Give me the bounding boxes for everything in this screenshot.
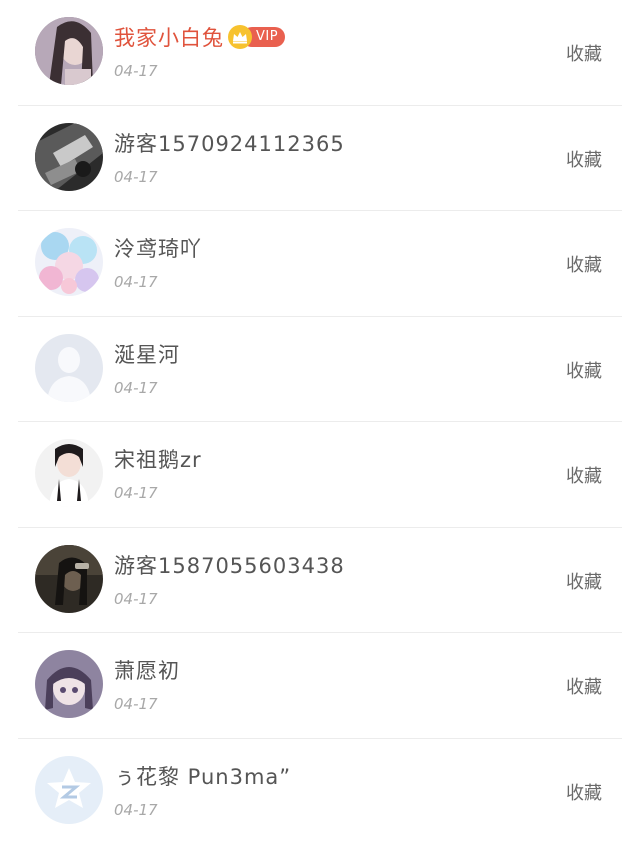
avatar[interactable]: [35, 756, 103, 824]
list-item[interactable]: 游客1570924112365 04-17 收藏: [18, 106, 622, 212]
username: 游客1587055603438: [114, 550, 345, 580]
avatar[interactable]: [35, 650, 103, 718]
avatar[interactable]: [35, 439, 103, 507]
default-person-avatar-icon: [35, 334, 103, 402]
collect-button[interactable]: 收藏: [566, 357, 602, 383]
list-item[interactable]: 宋祖鹅zr 04-17 收藏: [18, 422, 622, 528]
collect-button[interactable]: 收藏: [566, 251, 602, 277]
collect-button[interactable]: 收藏: [566, 673, 602, 699]
list-item[interactable]: 萧愿初 04-17 收藏: [18, 633, 622, 739]
username-text: 我家小白兔: [114, 22, 224, 52]
anime-girl-avatar-icon: [35, 650, 103, 718]
list-item[interactable]: ぅ花黎 Pun3ma” 04-17 收藏: [18, 739, 622, 844]
date-text: 04-17: [114, 590, 158, 608]
username: 宋祖鹅zr: [114, 444, 202, 474]
list-item[interactable]: 泠鸢琦吖 04-17 收藏: [18, 211, 622, 317]
date-text: 04-17: [114, 484, 158, 502]
username: 涎星河: [114, 339, 180, 369]
avatar[interactable]: [35, 545, 103, 613]
avatar[interactable]: [35, 17, 103, 85]
anime-pastel-avatar-icon: [35, 228, 103, 296]
collect-button[interactable]: 收藏: [566, 779, 602, 805]
date-text: 04-17: [114, 801, 158, 819]
date-text: 04-17: [114, 168, 158, 186]
username: 泠鸢琦吖: [114, 233, 202, 263]
girl-portrait-avatar-icon: [35, 439, 103, 507]
user-list: 我家小白兔 VIP 04-17 收藏 游客1570924112365 04-17: [0, 0, 640, 836]
username: 游客1570924112365: [114, 128, 345, 158]
date-text: 04-17: [114, 273, 158, 291]
date-text: 04-17: [114, 62, 158, 80]
list-item[interactable]: 涎星河 04-17 收藏: [18, 317, 622, 423]
avatar[interactable]: [35, 123, 103, 191]
crown-icon: [228, 25, 252, 49]
username: ぅ花黎 Pun3ma”: [114, 761, 291, 791]
list-item[interactable]: 游客1587055603438 04-17 收藏: [18, 528, 622, 634]
collect-button[interactable]: 收藏: [566, 462, 602, 488]
girl-long-hair-avatar-icon: [35, 17, 103, 85]
collect-button[interactable]: 收藏: [566, 568, 602, 594]
collect-button[interactable]: 收藏: [566, 146, 602, 172]
date-text: 04-17: [114, 379, 158, 397]
username: 我家小白兔 VIP: [114, 22, 285, 52]
avatar[interactable]: [35, 228, 103, 296]
collect-button[interactable]: 收藏: [566, 40, 602, 66]
avatar[interactable]: [35, 334, 103, 402]
date-text: 04-17: [114, 695, 158, 713]
dark-monochrome-avatar-icon: [35, 123, 103, 191]
list-item[interactable]: 我家小白兔 VIP 04-17 收藏: [18, 0, 622, 106]
dark-photo-avatar-icon: [35, 545, 103, 613]
star-logo-avatar-icon: [35, 756, 103, 824]
username: 萧愿初: [114, 655, 180, 685]
